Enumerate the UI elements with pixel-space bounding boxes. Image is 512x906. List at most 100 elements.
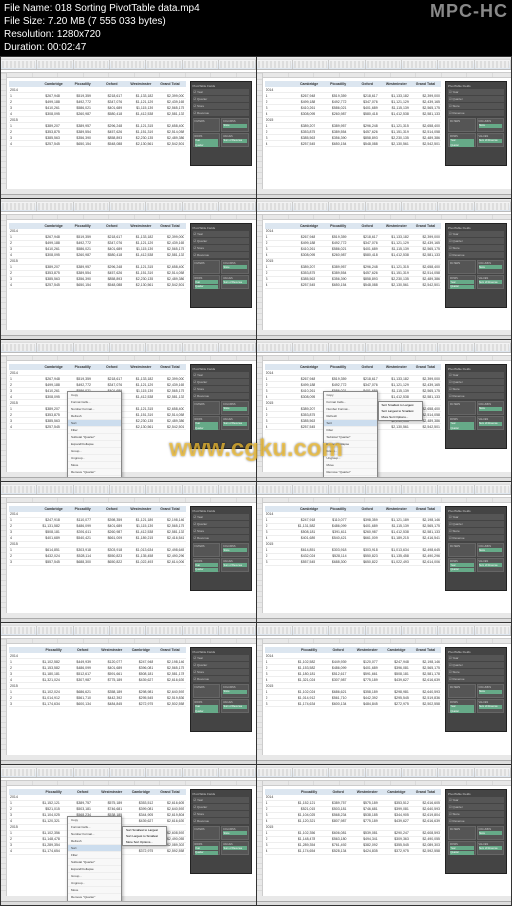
- field-item[interactable]: ☑ Quarter: [448, 521, 504, 527]
- menu-item[interactable]: Filter: [68, 852, 121, 859]
- cell-grid[interactable]: CambridgePiccadillyOxfordWestminsterGran…: [263, 498, 512, 614]
- field-chip[interactable]: Sum of Revenue: [479, 846, 503, 850]
- ribbon-group[interactable]: [475, 626, 511, 635]
- field-list[interactable]: ☑ Year☑ Quarter☑ Store☑ Revenue: [448, 372, 504, 399]
- pivot-col-header[interactable]: Westminster: [126, 224, 155, 228]
- ribbon-group[interactable]: [475, 768, 511, 777]
- field-list[interactable]: ☑ Year☑ Quarter☑ Store☑ Revenue: [193, 89, 249, 116]
- worksheet-area[interactable]: CambridgePiccadillyOxfordWestminsterGran…: [1, 498, 256, 614]
- ribbon-group[interactable]: [37, 343, 73, 352]
- pivot-col-header[interactable]: Grand Total: [155, 507, 184, 511]
- filters-zone[interactable]: FILTERS: [193, 826, 221, 840]
- rows-zone[interactable]: ROWSYearQuarter: [193, 416, 221, 430]
- ribbon-group[interactable]: [183, 485, 219, 494]
- worksheet-area[interactable]: PiccadillyOxfordWestminsterCambridgeGran…: [257, 639, 512, 755]
- pivot-col-header[interactable]: [266, 648, 295, 652]
- pivot-col-header[interactable]: Cambridge: [39, 82, 68, 86]
- ribbon[interactable]: [257, 768, 512, 778]
- cell-grid[interactable]: CambridgePiccadillyOxfordWestminsterGran…: [7, 356, 256, 472]
- menu-item[interactable]: Remove "Quarter": [68, 894, 121, 901]
- ribbon-group[interactable]: [219, 768, 255, 777]
- field-chip[interactable]: Year: [450, 846, 474, 850]
- ribbon-group[interactable]: [438, 485, 474, 494]
- pivot-col-header[interactable]: Westminster: [382, 82, 411, 86]
- pivot-col-header[interactable]: [266, 82, 295, 86]
- field-chip[interactable]: Store: [223, 265, 247, 269]
- field-item[interactable]: ☑ Revenue: [448, 110, 504, 116]
- field-item[interactable]: ☑ Store: [448, 811, 504, 817]
- field-chip[interactable]: Store: [223, 124, 247, 128]
- filters-zone[interactable]: FILTERS: [448, 118, 476, 132]
- pivot-table[interactable]: PiccadillyOxfordWestminsterCambridgeGran…: [9, 647, 186, 707]
- menu-item[interactable]: Filter: [68, 427, 121, 434]
- ribbon-group[interactable]: [329, 202, 365, 211]
- filters-zone[interactable]: FILTERS: [193, 401, 221, 415]
- column-headers[interactable]: [263, 498, 512, 503]
- values-zone[interactable]: VALUESSum of Revenue: [477, 133, 505, 147]
- ribbon-group[interactable]: [293, 768, 329, 777]
- field-item[interactable]: ☑ Revenue: [193, 252, 249, 258]
- cell-grid[interactable]: CambridgePiccadillyOxfordWestminsterGran…: [263, 356, 512, 472]
- values-zone[interactable]: VALUESSum of Revenue: [477, 416, 505, 430]
- field-item[interactable]: ☑ Store: [193, 811, 249, 817]
- columns-zone[interactable]: COLUMNSStore: [477, 118, 505, 132]
- pivot-col-header[interactable]: Piccadilly: [39, 648, 68, 652]
- pivot-fields-panel[interactable]: PivotTable Fields☑ Year☑ Quarter☑ Store☑…: [190, 789, 252, 874]
- menu-item[interactable]: Ungroup...: [324, 455, 377, 462]
- ribbon-group[interactable]: [438, 60, 474, 69]
- thumbnail-5[interactable]: CambridgePiccadillyOxfordWestminsterGran…: [1, 340, 256, 481]
- worksheet-area[interactable]: CambridgePiccadillyOxfordWestminsterGran…: [257, 356, 512, 472]
- menu-item[interactable]: Expand/Collapse: [324, 441, 377, 448]
- pivot-fields-panel[interactable]: PivotTable Fields☑ Year☑ Quarter☑ Store☑…: [190, 81, 252, 166]
- ribbon[interactable]: [1, 343, 256, 353]
- field-item[interactable]: ☑ Revenue: [448, 818, 504, 824]
- pivot-col-header[interactable]: Westminster: [353, 790, 382, 794]
- pivot-col-header[interactable]: Piccadilly: [68, 224, 97, 228]
- field-chip[interactable]: Sum of Revenue: [479, 422, 503, 426]
- pivot-col-header[interactable]: Cambridge: [39, 365, 68, 369]
- ribbon-group[interactable]: [146, 485, 182, 494]
- field-chip[interactable]: Year: [450, 705, 474, 709]
- ribbon-group[interactable]: [219, 60, 255, 69]
- pivot-col-header[interactable]: Grand Total: [155, 82, 184, 86]
- ribbon[interactable]: [257, 202, 512, 212]
- ribbon-group[interactable]: [329, 343, 365, 352]
- filters-zone[interactable]: FILTERS: [448, 401, 476, 415]
- field-chip[interactable]: Year: [450, 563, 474, 567]
- pivot-col-header[interactable]: Westminster: [382, 507, 411, 511]
- pivot-col-header[interactable]: Grand Total: [155, 790, 184, 794]
- field-item[interactable]: ☑ Quarter: [448, 238, 504, 244]
- pivot-col-header[interactable]: Cambridge: [39, 507, 68, 511]
- menu-item[interactable]: Format Cells...: [68, 399, 121, 406]
- field-chip[interactable]: Quarter: [195, 568, 219, 572]
- pivot-col-header[interactable]: Oxford: [324, 790, 353, 794]
- field-chip[interactable]: Quarter: [195, 285, 219, 289]
- ribbon-group[interactable]: [1, 202, 37, 211]
- field-item[interactable]: ☑ Year: [448, 89, 504, 95]
- thumbnail-2[interactable]: CambridgePiccadillyOxfordWestminsterGran…: [257, 57, 512, 198]
- menu-item[interactable]: Number Format...: [68, 406, 121, 413]
- cell-grid[interactable]: CambridgePiccadillyOxfordWestminsterGran…: [263, 73, 512, 189]
- field-chip[interactable]: Quarter: [450, 851, 474, 855]
- pivot-col-header[interactable]: Westminster: [126, 507, 155, 511]
- rows-zone[interactable]: ROWSYearQuarter: [448, 416, 476, 430]
- pivot-data-row[interactable]: 3$557,545$688,300$650,822$1,022,493$2,61…: [265, 560, 442, 566]
- pivot-data-row[interactable]: 4$257,545$650,154$548,088$2,130,561$2,54…: [9, 141, 186, 147]
- pivot-table[interactable]: CambridgePiccadillyOxfordWestminsterGran…: [265, 81, 442, 147]
- values-zone[interactable]: VALUESSum of Revenue: [477, 275, 505, 289]
- pivot-data-row[interactable]: 4$257,545$650,154$548,088$2,130,561$2,54…: [9, 283, 186, 289]
- cell-grid[interactable]: PiccadillyOxfordWestminsterCambridgeGran…: [263, 781, 512, 897]
- ribbon-group[interactable]: [402, 60, 438, 69]
- ribbon-group[interactable]: [183, 626, 219, 635]
- menu-item[interactable]: Expand/Collapse: [68, 866, 121, 873]
- pivot-table[interactable]: PiccadillyOxfordWestminsterCambridgeGran…: [265, 789, 442, 855]
- field-chip[interactable]: Quarter: [195, 143, 219, 147]
- pivot-col-header[interactable]: Grand Total: [411, 507, 440, 511]
- pivot-fields-panel[interactable]: PivotTable Fields☑ Year☑ Quarter☑ Store☑…: [190, 364, 252, 449]
- field-chip[interactable]: Year: [195, 139, 219, 143]
- pivot-col-header[interactable]: Cambridge: [295, 507, 324, 511]
- field-chip[interactable]: Store: [479, 690, 503, 694]
- values-zone[interactable]: VALUESSum of Revenue: [221, 558, 249, 572]
- ribbon-group[interactable]: [37, 60, 73, 69]
- worksheet-area[interactable]: PiccadillyOxfordWestminsterCambridgeGran…: [257, 781, 512, 897]
